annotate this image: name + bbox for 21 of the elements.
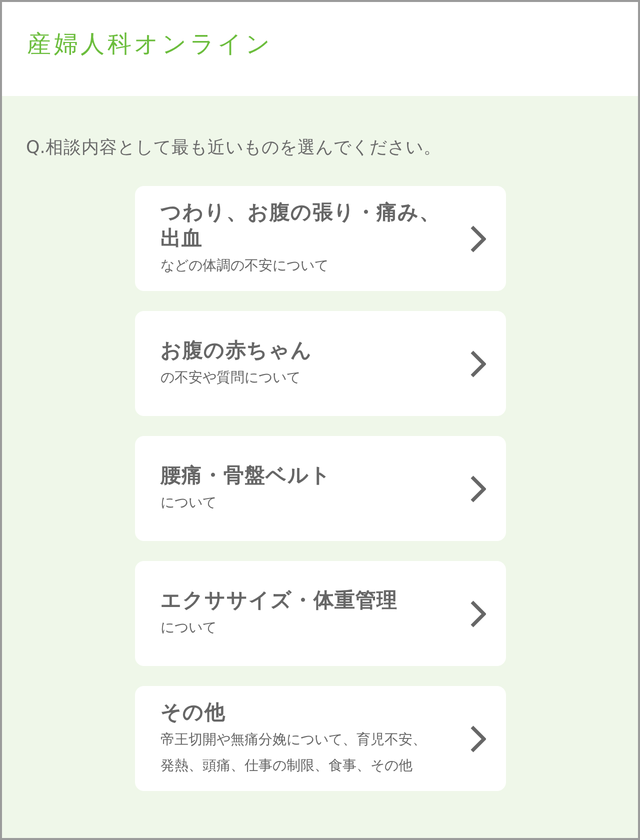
option-title: つわり、お腹の張り・痛み、出血 (160, 198, 442, 250)
option-card[interactable]: つわり、お腹の張り・痛み、出血 などの体調の不安について (134, 186, 506, 291)
option-title: 腰痛・骨盤ベルト (160, 462, 332, 488)
question-text: Q.相談内容として最も近いものを選んでください。 (26, 137, 442, 160)
option-description: の不安や質問について (160, 368, 302, 388)
option-title: エクササイズ・体重管理 (160, 586, 398, 612)
chevron-right-icon (470, 350, 486, 378)
chevron-right-icon (470, 600, 486, 628)
option-description: などの体調の不安について (160, 256, 330, 276)
option-card[interactable]: お腹の赤ちゃん の不安や質問について (134, 311, 506, 416)
option-title: その他 (160, 698, 226, 724)
option-description: について (160, 494, 218, 512)
option-description: について (160, 618, 218, 638)
chevron-right-icon (470, 724, 486, 752)
option-card[interactable]: その他 帝王切開や無痛分娩について、育児不安、発熱、頭痛、仕事の制限、食事、その他 (134, 686, 506, 791)
chevron-right-icon (470, 224, 486, 252)
chevron-right-icon (470, 474, 486, 502)
option-card[interactable]: エクササイズ・体重管理 について (134, 561, 506, 666)
option-title: お腹の赤ちゃん (160, 336, 314, 362)
option-card[interactable]: 腰痛・骨盤ベルト について (134, 436, 506, 541)
option-description: 帝王切開や無痛分娩について、育児不安、発熱、頭痛、仕事の制限、食事、その他 (160, 730, 428, 776)
